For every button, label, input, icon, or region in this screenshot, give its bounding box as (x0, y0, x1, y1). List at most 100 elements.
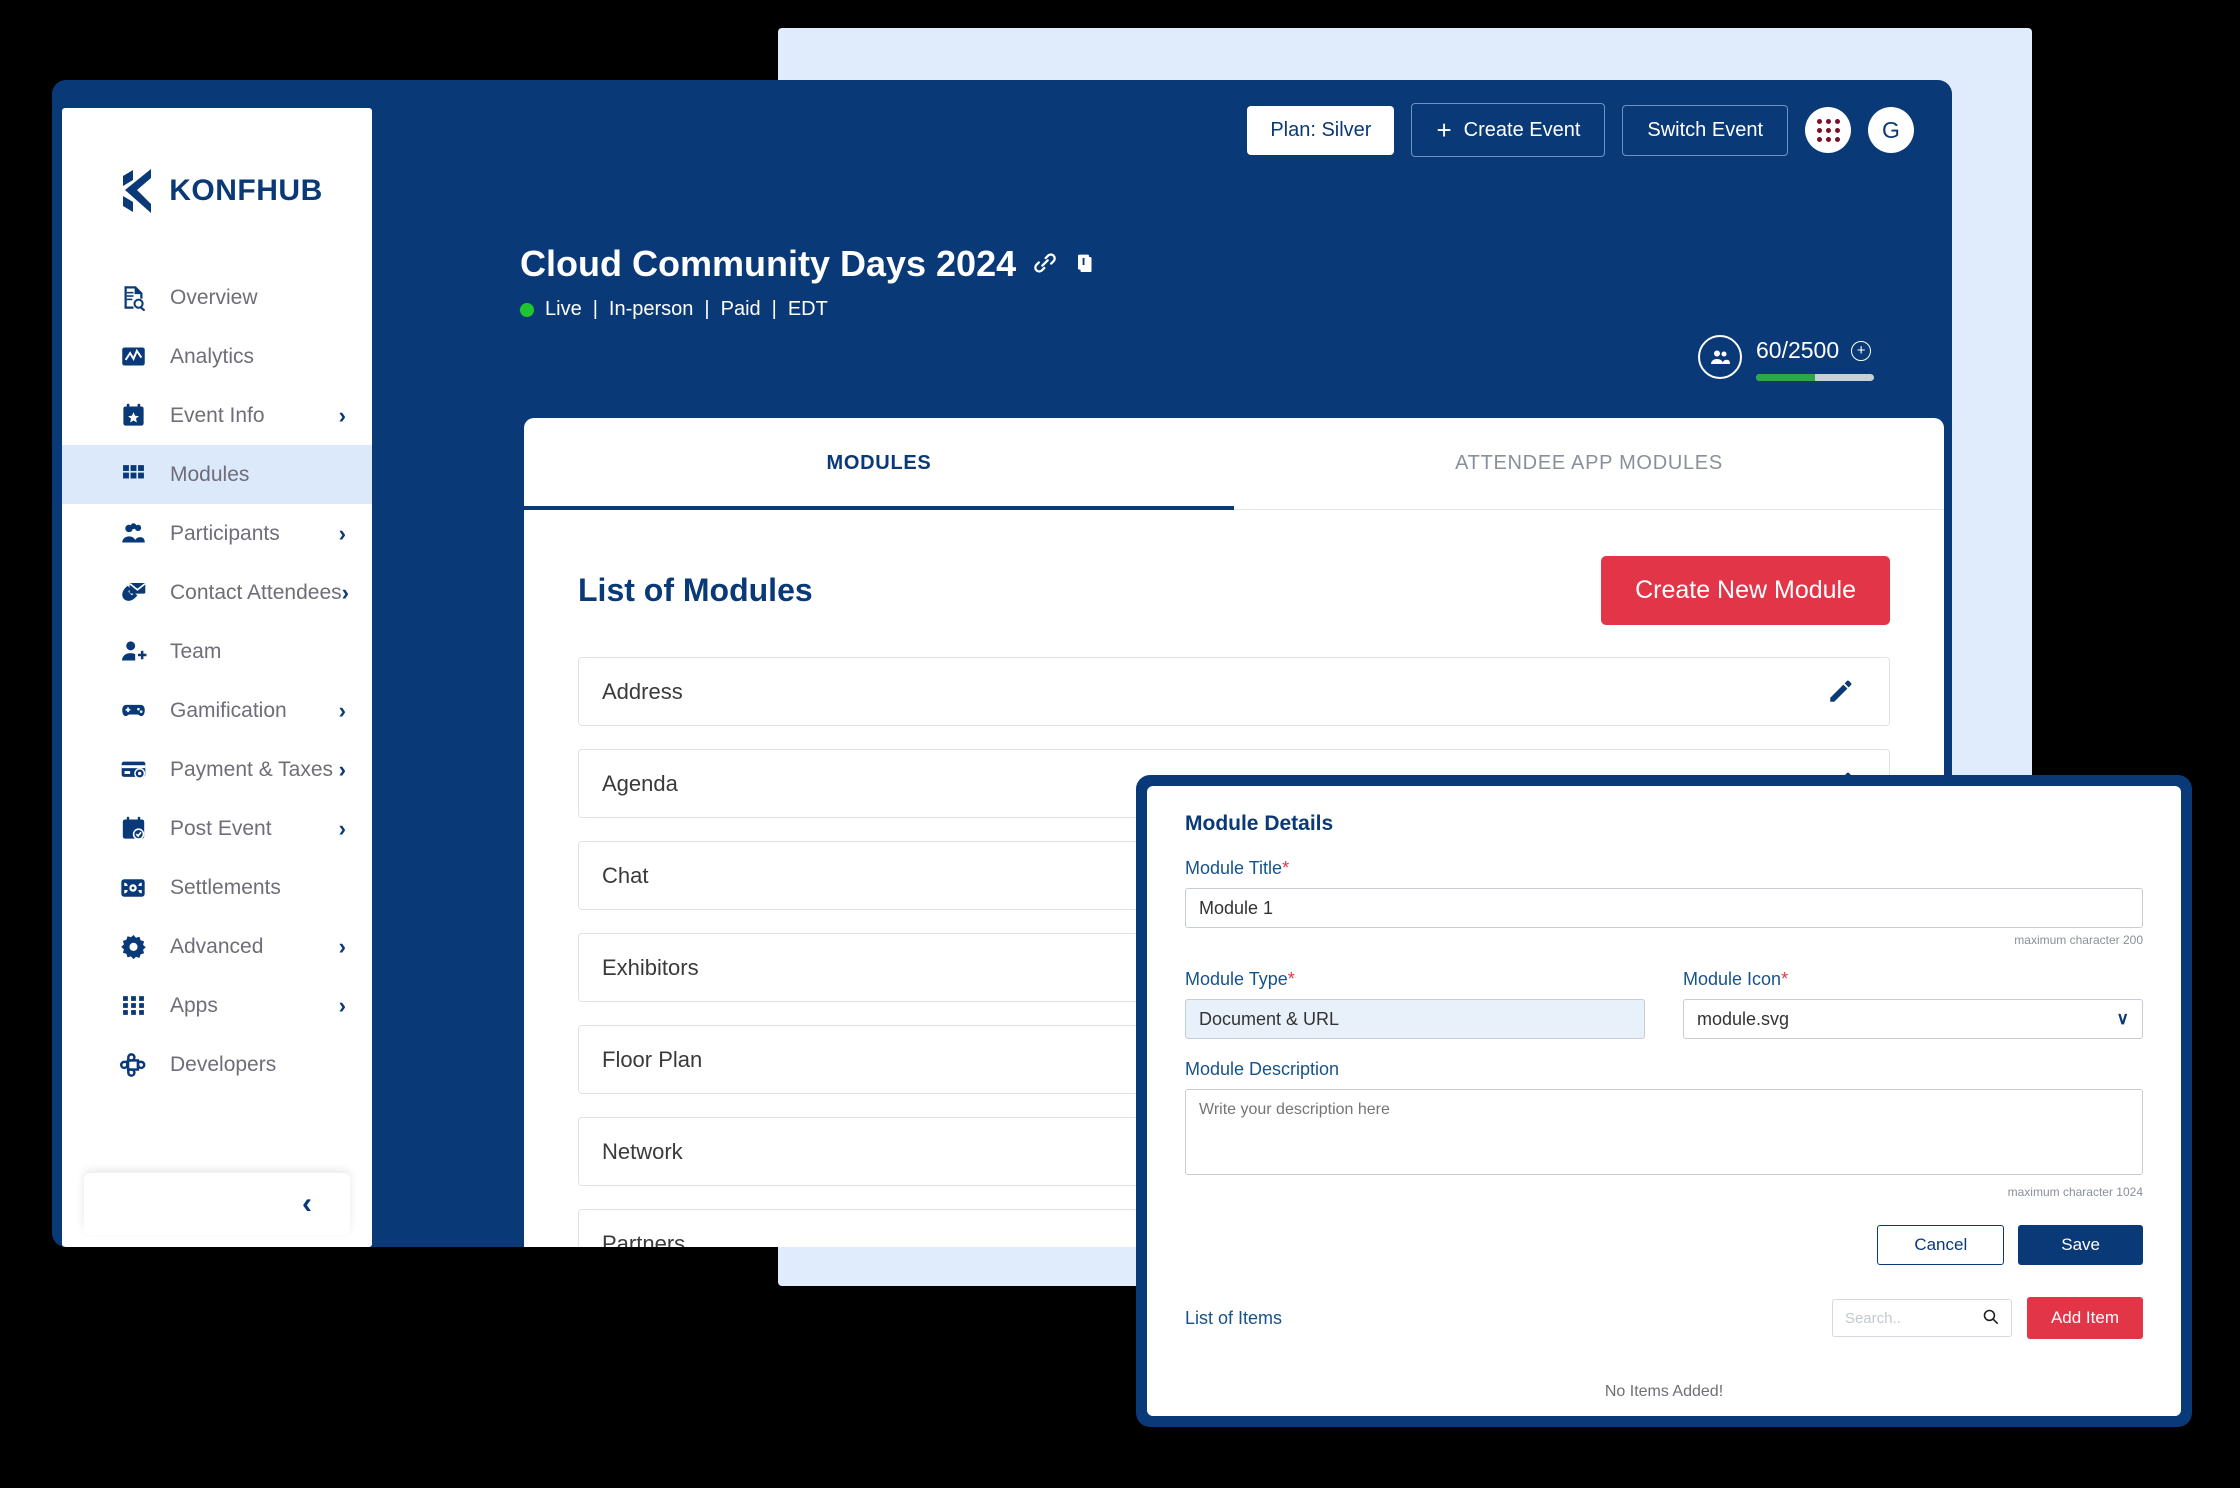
event-title-text: Cloud Community Days 2024 (520, 243, 1017, 284)
chevron-left-icon: ‹ (302, 1187, 312, 1220)
plus-icon: + (1436, 115, 1452, 145)
add-item-button[interactable]: Add Item (2026, 1297, 2143, 1339)
app-logo[interactable]: KONFHUB (62, 108, 372, 268)
event-meta: Live | In-person | Paid | EDT (520, 298, 1098, 321)
attendee-counter: 60/2500 + (1698, 335, 1874, 381)
module-icon-label: Module Icon* (1683, 969, 1789, 989)
grid-icon (118, 460, 148, 490)
document-search-icon (118, 283, 148, 313)
create-new-module-button[interactable]: Create New Module (1601, 556, 1890, 625)
sidebar-item-advanced[interactable]: Advanced › (62, 917, 372, 976)
chevron-right-icon: › (341, 579, 349, 605)
plus-circle-icon[interactable]: + (1851, 340, 1872, 361)
sidebar-item-payment-taxes[interactable]: Payment & Taxes › (62, 740, 372, 799)
avatar[interactable]: G (1868, 107, 1914, 153)
calendar-check-icon (118, 814, 148, 844)
search-input[interactable]: Search.. (1831, 1299, 2012, 1337)
module-type-label: Module Type* (1185, 969, 1295, 989)
sidebar-item-overview[interactable]: Overview (62, 268, 372, 327)
pencil-icon[interactable] (1827, 679, 1853, 705)
sidebar-item-team[interactable]: Team (62, 622, 372, 681)
list-of-modules-title: List of Modules (578, 572, 813, 608)
people-group-icon (118, 519, 148, 549)
module-title-input[interactable] (1185, 888, 2143, 928)
sidebar-item-modules[interactable]: Modules (62, 445, 372, 504)
settlement-icon (118, 873, 148, 903)
developers-icon (118, 1050, 148, 1080)
sidebar-item-participants[interactable]: Participants › (62, 504, 372, 563)
chevron-right-icon: › (338, 520, 346, 546)
chevron-down-icon: ∨ (2116, 1009, 2129, 1028)
event-header: Cloud Community Days 2024 Live | In-pers… (520, 243, 1098, 321)
logo-text: KONFHUB (169, 174, 323, 207)
sidebar-item-analytics[interactable]: Analytics (62, 327, 372, 386)
konfhub-logo-icon (123, 169, 152, 213)
module-title-label: Module Title* (1185, 858, 1290, 878)
calendar-star-icon (118, 401, 148, 431)
sidebar-item-event-info[interactable]: Event Info › (62, 386, 372, 445)
module-name: Floor Plan (602, 1046, 703, 1072)
sidebar-item-label: Participants (170, 521, 280, 545)
plan-badge[interactable]: Plan: Silver (1247, 105, 1395, 155)
sidebar-item-apps[interactable]: Apps › (62, 976, 372, 1035)
gear-icon (118, 932, 148, 962)
module-name: Agenda (602, 770, 678, 796)
required-marker: * (1282, 858, 1290, 878)
credit-card-icon (118, 755, 148, 785)
sidebar-item-label: Analytics (170, 344, 255, 368)
apps-grid-icon (118, 991, 148, 1021)
module-name: Exhibitors (602, 954, 699, 980)
sidebar-item-settlements[interactable]: Settlements (62, 858, 372, 917)
cancel-button[interactable]: Cancel (1877, 1225, 2005, 1265)
people-icon (1698, 335, 1742, 379)
sidebar-item-label: Event Info (170, 403, 265, 427)
meta-separator: | (771, 298, 777, 320)
chevron-right-icon: › (338, 402, 346, 428)
module-icon-value: module.svg (1697, 1008, 1790, 1029)
module-title-helper: maximum character 200 (2014, 933, 2143, 947)
copy-icon[interactable] (1074, 243, 1098, 285)
sidebar-collapse-button[interactable]: ‹ (84, 1173, 350, 1235)
tab-attendee-app-modules[interactable]: ATTENDEE APP MODULES (1234, 418, 1944, 509)
status-badge: Live (545, 298, 582, 320)
meta-separator: | (704, 298, 710, 320)
save-button[interactable]: Save (2018, 1225, 2143, 1265)
sidebar-item-post-event[interactable]: Post Event › (62, 799, 372, 858)
empty-state-text: No Items Added! (1604, 1383, 1724, 1400)
tab-modules[interactable]: MODULES (524, 418, 1234, 510)
required-marker: * (1781, 969, 1789, 989)
chevron-right-icon: › (338, 697, 346, 723)
chevron-right-icon: › (338, 756, 346, 782)
sidebar-item-label: Apps (170, 993, 218, 1017)
sidebar-item-label: Payment & Taxes (170, 757, 334, 781)
link-icon[interactable] (1032, 243, 1058, 285)
event-timezone: EDT (787, 298, 828, 320)
sidebar-item-contact-attendees[interactable]: Contact Attendees › (62, 563, 372, 622)
apps-launcher-button[interactable] (1805, 107, 1851, 153)
module-details-body: Module Details Module Title* maximum cha… (1147, 786, 2181, 1416)
table-row[interactable]: Address (578, 657, 1890, 726)
attendee-progress-bar (1756, 374, 1874, 381)
create-event-button[interactable]: + Create Event (1411, 103, 1606, 157)
module-description-textarea[interactable] (1185, 1089, 2143, 1175)
chevron-right-icon: › (338, 933, 346, 959)
sidebar-item-label: Gamification (170, 698, 287, 722)
modules-header: List of Modules Create New Module (578, 556, 1890, 625)
meta-separator: | (592, 298, 598, 320)
switch-event-button[interactable]: Switch Event (1622, 104, 1788, 156)
grid-apps-icon (1816, 118, 1840, 142)
sidebar-item-label: Post Event (170, 816, 272, 840)
search-placeholder: Search.. (1844, 1309, 1901, 1327)
module-name: Network (602, 1138, 683, 1164)
chart-line-icon (118, 342, 148, 372)
module-icon-select[interactable]: module.svg ∨ (1683, 999, 2143, 1039)
search-icon (1982, 1308, 1999, 1329)
live-status-dot (520, 302, 534, 317)
user-plus-icon (118, 637, 148, 667)
sidebar-item-gamification[interactable]: Gamification › (62, 681, 372, 740)
mail-phone-icon (118, 578, 148, 608)
items-controls: Search.. Add Item (1831, 1297, 2143, 1339)
tab-bar: MODULES ATTENDEE APP MODULES (524, 418, 1944, 510)
sidebar-item-developers[interactable]: Developers (62, 1035, 372, 1094)
sidebar-item-label: Settlements (170, 875, 281, 899)
